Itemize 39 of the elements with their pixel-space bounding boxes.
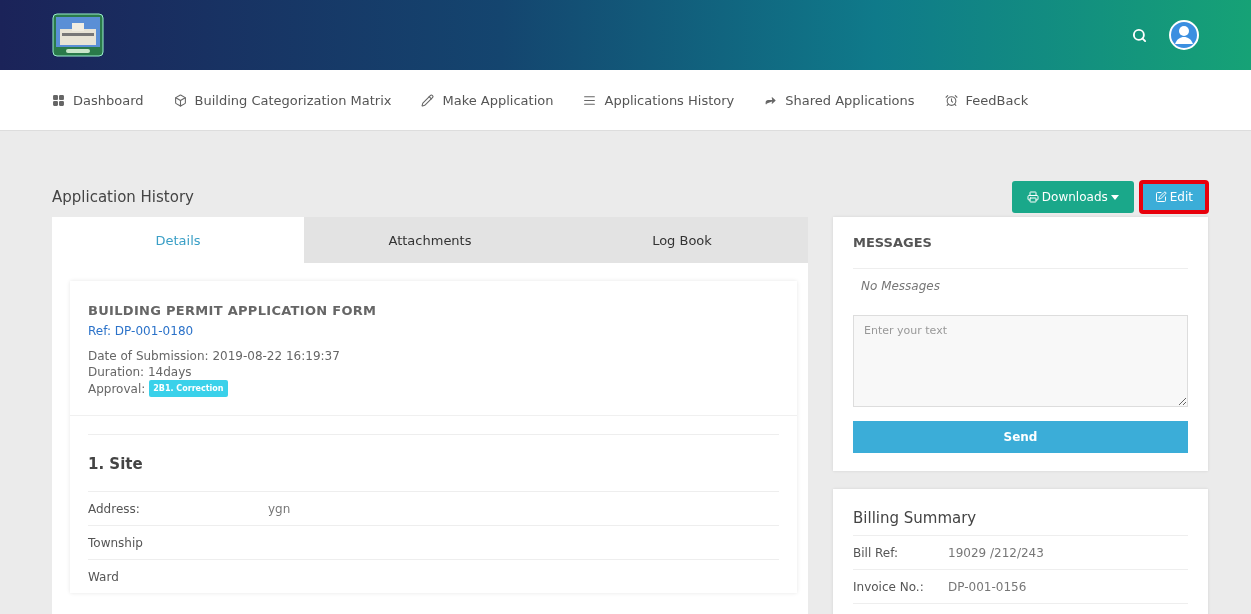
nav-link[interactable]: FeedBack: [944, 92, 1029, 108]
message-field[interactable]: Enter your text: [853, 315, 1188, 407]
caret-icon: [1110, 194, 1119, 200]
field-label: Bill Ref:: [853, 545, 900, 560]
field-label: Address:: [88, 501, 141, 516]
user-avatar-icon[interactable]: [1169, 20, 1199, 50]
field-label: Ward: [88, 569, 120, 584]
field-value: ygn: [268, 501, 291, 516]
pencil-icon: [421, 93, 435, 107]
building-logo: [52, 13, 104, 57]
nav-link[interactable]: Building Categorization Matrix: [173, 92, 392, 108]
reference-link[interactable]: Ref: DP-001-0180: [88, 324, 779, 338]
nav-link[interactable]: Make Application: [421, 92, 554, 108]
tab[interactable]: Attachments: [304, 217, 556, 263]
nav-link[interactable]: Shared Applications: [764, 92, 915, 108]
alarm-clock-icon: [944, 93, 958, 107]
cube-icon: [173, 93, 187, 107]
printer-icon: [1026, 191, 1039, 203]
empty-message: No Messages: [860, 278, 941, 295]
tab[interactable]: Log Book: [556, 217, 808, 263]
list-icon: [583, 93, 597, 107]
grid-icon: [52, 93, 65, 107]
approval-label: Approval:: [88, 380, 146, 397]
field-label: Invoice No.:: [853, 579, 925, 594]
nav-link[interactable]: Applications History: [583, 92, 735, 108]
field-value: 19029 /212/243: [948, 545, 1044, 560]
page-title: Application History: [52, 188, 194, 206]
search-icon[interactable]: [1132, 27, 1147, 43]
panel-title: MESSAGES: [853, 235, 1188, 269]
info-text: Date of Submission: 2019-08-22 16:19:37: [88, 348, 341, 364]
status-badge: 2B1. Correction: [149, 380, 228, 397]
section-heading: 1. Site: [88, 434, 779, 491]
edit-icon: [1154, 191, 1167, 203]
form-title: BUILDING PERMIT APPLICATION FORM: [88, 303, 378, 318]
field-value: DP-001-0156: [948, 579, 1027, 594]
nav-link[interactable]: Dashboard: [52, 92, 144, 108]
info-text: Duration: 14days: [88, 364, 193, 380]
panel-title: Billing Summary: [853, 509, 1188, 536]
field-label: Township: [88, 535, 144, 550]
